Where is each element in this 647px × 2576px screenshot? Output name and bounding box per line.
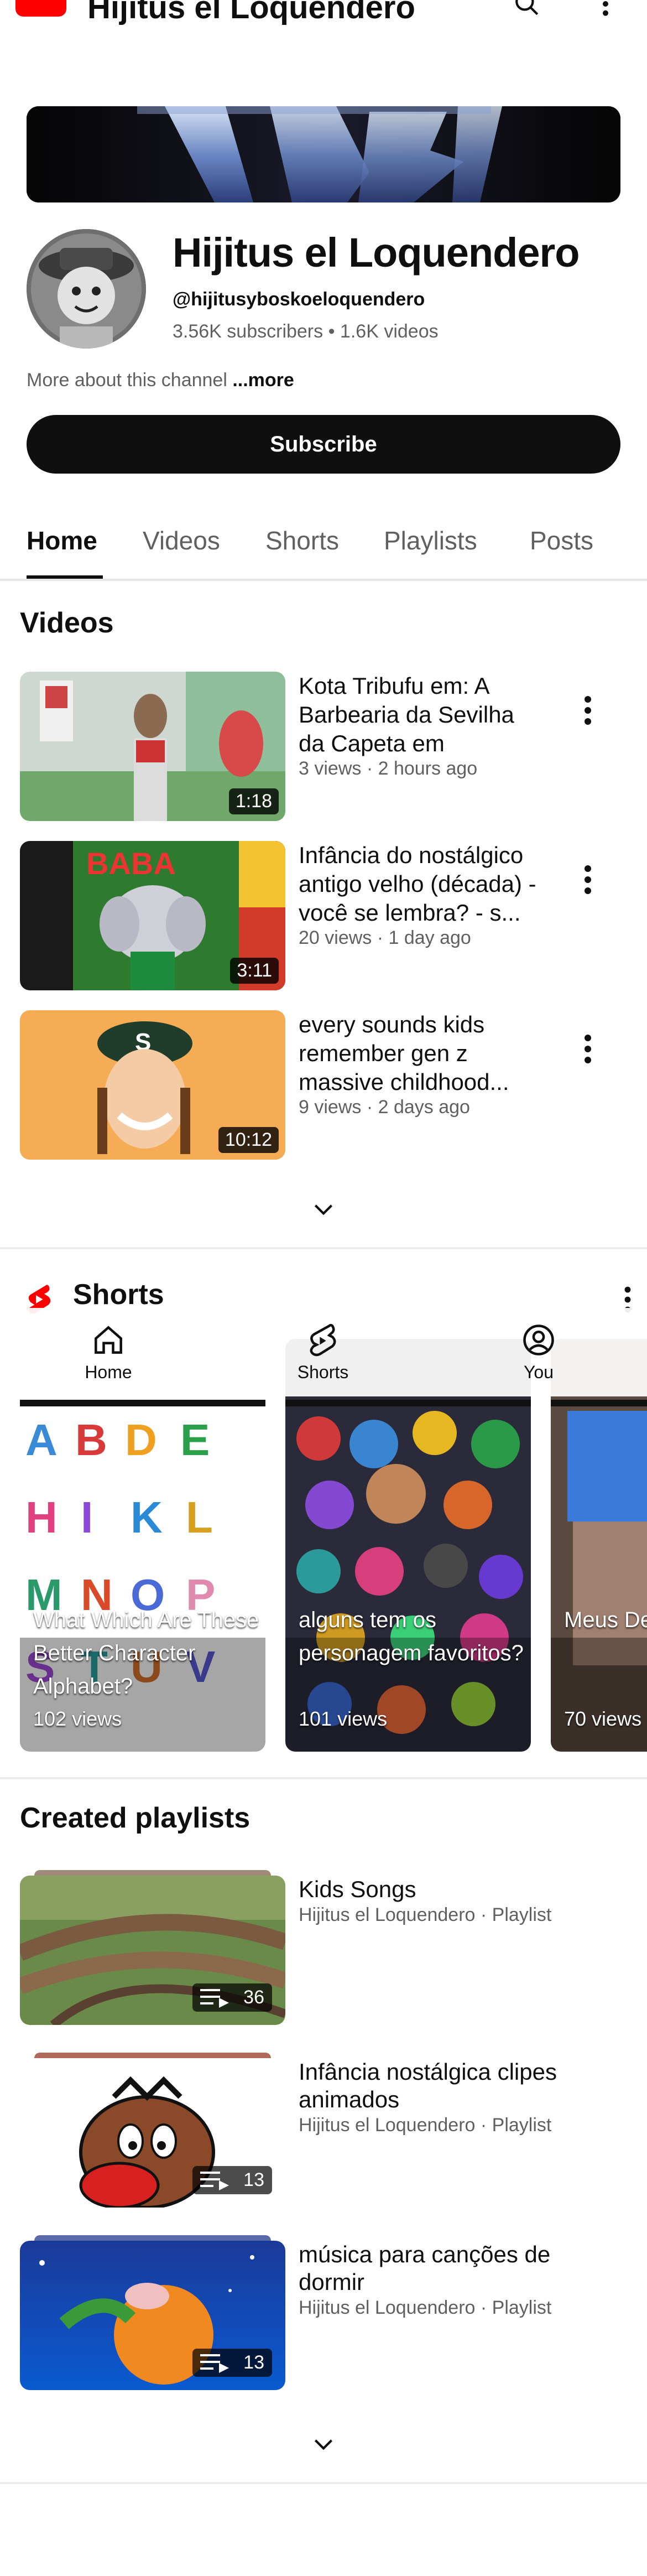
- channel-name: Hijitus el Loquendero: [173, 230, 580, 276]
- youtube-logo[interactable]: [15, 0, 66, 17]
- video-title[interactable]: every sounds kids remember gen z massive…: [299, 1010, 536, 1097]
- about-text: More about this channel: [27, 370, 233, 391]
- svg-text:A: A: [25, 1415, 58, 1464]
- section-divider: [0, 1247, 647, 1249]
- svg-text:I: I: [81, 1493, 93, 1542]
- tab-posts[interactable]: Posts: [530, 526, 593, 555]
- channel-stats: 3.56K subscribers • 1.6K videos: [173, 321, 439, 342]
- more-vert-icon[interactable]: [581, 694, 595, 727]
- short-title[interactable]: alguns tem os personagem favoritos?: [299, 1603, 531, 1670]
- svg-text:K: K: [131, 1493, 163, 1542]
- nav-home-label: Home: [85, 1362, 132, 1382]
- video-thumbnail[interactable]: 1:18: [20, 672, 285, 821]
- playlist-count-badge: 13: [192, 2166, 272, 2194]
- section-divider: [0, 2482, 647, 2484]
- playlist-meta: Hijitus el Loquendero · Playlist: [299, 2115, 552, 2136]
- short-views: 102 views: [33, 1707, 122, 1730]
- playlist-icon: [200, 2171, 229, 2190]
- svg-text:D: D: [125, 1415, 157, 1464]
- channel-banner: [27, 106, 620, 202]
- topbar-title: Hijitus el Loquendero: [87, 0, 415, 25]
- top-app-bar: Hijitus el Loquendero: [0, 0, 647, 25]
- playlist-item[interactable]: 13 Infância nostálgica clipes animados H…: [0, 2053, 647, 2208]
- channel-about-link[interactable]: More about this channel ...more: [27, 370, 294, 391]
- playlist-count: 13: [243, 2352, 264, 2373]
- playlist-title[interactable]: Infância nostálgica clipes animados: [299, 2058, 608, 2113]
- video-item[interactable]: S 10:12 every sounds kids remember gen z…: [0, 1010, 647, 1163]
- playlist-title[interactable]: Kids Songs: [299, 1876, 608, 1903]
- video-meta: 20 views · 1 day ago: [299, 927, 471, 948]
- short-card[interactable]: ABDE HIKL MNOP STUV What Which Are These…: [20, 1339, 265, 1752]
- video-thumbnail[interactable]: BABA 3:11: [20, 841, 285, 990]
- short-views: 101 views: [299, 1707, 388, 1730]
- video-duration: 10:12: [218, 1127, 279, 1153]
- videos-section-title: Videos: [20, 607, 114, 639]
- playlist-icon: [200, 1988, 229, 2008]
- tab-videos[interactable]: Videos: [143, 526, 220, 555]
- playlist-icon: [200, 2354, 229, 2373]
- more-vert-icon[interactable]: [581, 863, 595, 896]
- video-title[interactable]: Kota Tribufu em: A Barbearia da Sevilha …: [299, 672, 536, 758]
- svg-text:B: B: [75, 1415, 107, 1464]
- about-more-link[interactable]: ...more: [232, 370, 294, 391]
- bottom-navigation: Home Shorts You: [0, 1308, 647, 1396]
- more-vert-icon[interactable]: [581, 1032, 595, 1066]
- playlist-count-badge: 13: [192, 2349, 272, 2377]
- nav-you[interactable]: You: [483, 1321, 594, 1383]
- subscribe-button[interactable]: Subscribe: [27, 415, 620, 474]
- channel-avatar[interactable]: [27, 229, 146, 349]
- channel-handle: @hijitusyboskoeloquendero: [173, 289, 425, 310]
- video-duration: 3:11: [230, 958, 279, 984]
- video-meta: 3 views · 2 hours ago: [299, 758, 478, 779]
- search-icon[interactable]: [513, 0, 541, 18]
- shorts-icon: [310, 1323, 336, 1357]
- playlist-thumbnail[interactable]: 13: [20, 2241, 285, 2390]
- nav-shorts-label: Shorts: [297, 1362, 349, 1382]
- tab-shorts[interactable]: Shorts: [265, 526, 339, 555]
- playlist-item[interactable]: 13 música para canções de dormir Hijitus…: [0, 2235, 647, 2390]
- chevron-down-icon[interactable]: [310, 2430, 337, 2458]
- nav-you-label: You: [524, 1362, 554, 1382]
- video-title[interactable]: Infância do nostálgico antigo velho (déc…: [299, 841, 536, 927]
- playlist-meta: Hijitus el Loquendero · Playlist: [299, 1904, 552, 1925]
- playlist-count: 36: [243, 1987, 264, 2008]
- shorts-section-title: Shorts: [73, 1279, 164, 1311]
- active-tab-indicator: [27, 575, 103, 579]
- section-divider: [0, 1777, 647, 1779]
- svg-text:BABA: BABA: [86, 846, 176, 881]
- channel-tabs: Home Videos Shorts Playlists Posts: [0, 515, 647, 581]
- nav-shorts[interactable]: Shorts: [268, 1321, 378, 1383]
- video-duration: 1:18: [228, 788, 279, 814]
- home-icon: [95, 1326, 122, 1354]
- more-vert-icon[interactable]: [597, 0, 614, 18]
- video-item[interactable]: 1:18 Kota Tribufu em: A Barbearia da Sev…: [0, 672, 647, 824]
- playlist-item[interactable]: 36 Kids Songs Hijitus el Loquendero · Pl…: [0, 1870, 647, 2025]
- chevron-down-icon[interactable]: [310, 1195, 337, 1223]
- playlist-count: 13: [243, 2169, 264, 2190]
- playlist-thumbnail[interactable]: 36: [20, 1876, 285, 2025]
- playlists-section-title: Created playlists: [20, 1802, 251, 1834]
- nav-home[interactable]: Home: [53, 1321, 164, 1383]
- account-circle-icon: [523, 1325, 554, 1355]
- video-item[interactable]: BABA 3:11 Infância do nostálgico antigo …: [0, 841, 647, 994]
- playlist-title[interactable]: música para canções de dormir: [299, 2241, 608, 2296]
- svg-text:H: H: [25, 1493, 58, 1542]
- short-title[interactable]: What Which Are These Better Character Al…: [33, 1603, 265, 1703]
- svg-text:E: E: [180, 1415, 210, 1464]
- short-title[interactable]: Meus De Predileto Drongo,: [564, 1603, 647, 1637]
- short-card[interactable]: alguns tem os personagem favoritos? 101 …: [285, 1339, 531, 1752]
- short-views: 70 views: [564, 1707, 642, 1730]
- video-thumbnail[interactable]: S 10:12: [20, 1010, 285, 1160]
- tab-home[interactable]: Home: [27, 526, 97, 555]
- video-meta: 9 views · 2 days ago: [299, 1097, 470, 1118]
- playlist-count-badge: 36: [192, 1983, 272, 2012]
- svg-text:L: L: [186, 1493, 213, 1542]
- tab-playlists[interactable]: Playlists: [384, 526, 477, 555]
- playlist-thumbnail[interactable]: 13: [20, 2058, 285, 2208]
- short-card[interactable]: Meus De Predileto Drongo, 70 views: [551, 1339, 647, 1752]
- playlist-meta: Hijitus el Loquendero · Playlist: [299, 2297, 552, 2318]
